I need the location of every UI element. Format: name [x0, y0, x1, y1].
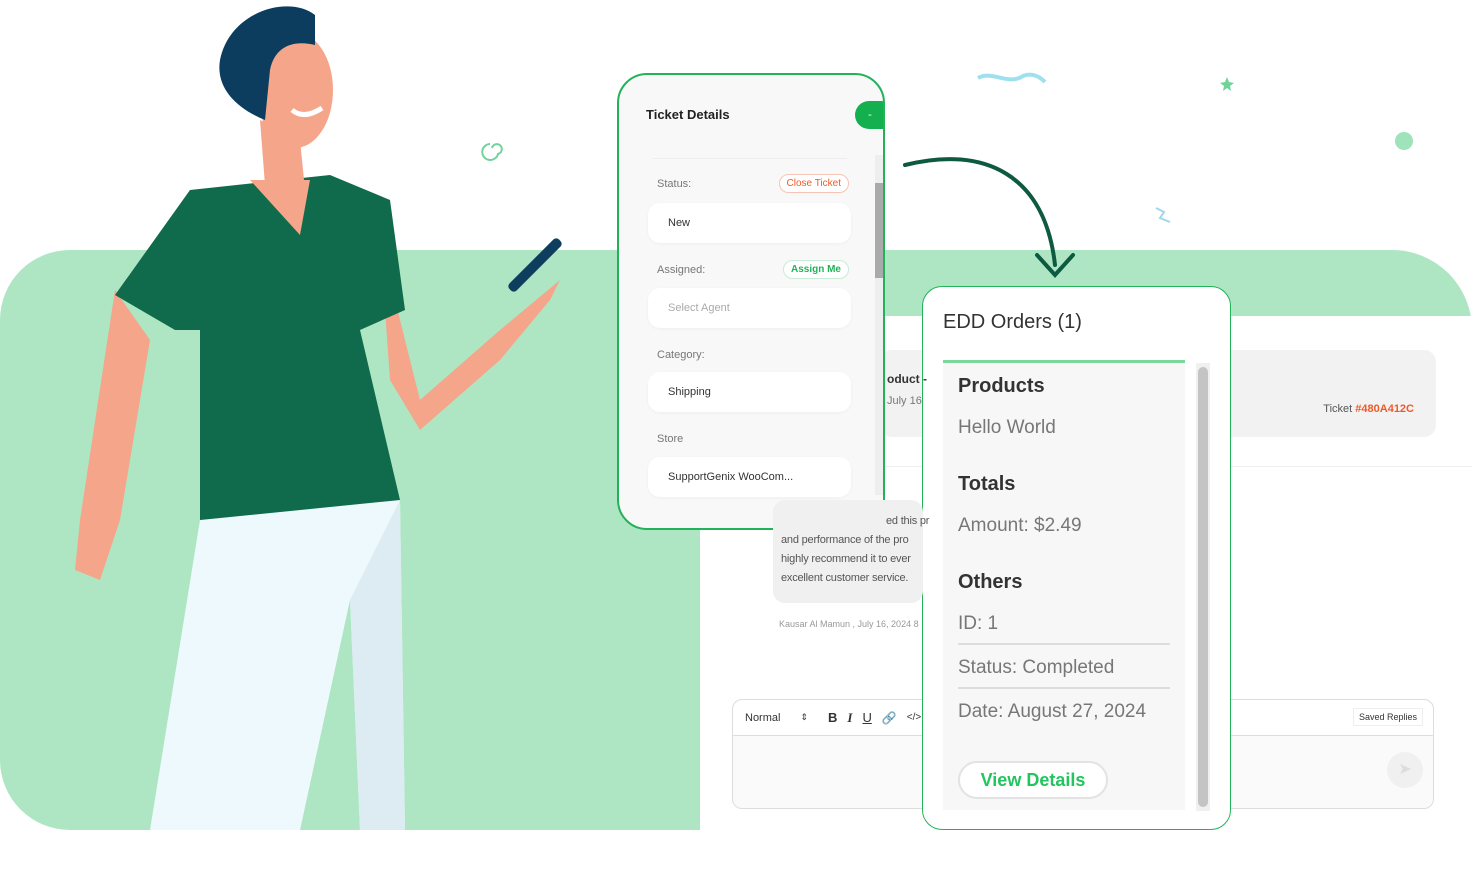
ticket-number: Ticket #480A412C: [1323, 403, 1414, 415]
divider: [958, 687, 1170, 689]
select-arrows-icon: ⇕: [800, 712, 808, 722]
totals-heading: Totals: [958, 473, 1016, 495]
code-button[interactable]: </>: [907, 712, 921, 723]
edd-orders-card: EDD Orders (1) Products Hello World Tota…: [922, 286, 1231, 830]
person-illustration: [75, 6, 562, 830]
ticket-details-title: Ticket Details: [646, 107, 730, 122]
agent-select[interactable]: Select Agent: [648, 288, 851, 328]
arrow-icon: [903, 157, 1075, 278]
order-status: Status: Completed: [958, 657, 1115, 678]
store-label: Store: [657, 433, 684, 445]
status-select[interactable]: New: [648, 203, 851, 243]
star-icon: [1220, 77, 1234, 91]
divider: [652, 158, 847, 159]
scrollbar[interactable]: [1196, 363, 1210, 811]
product-title: oduct -: [887, 372, 927, 386]
store-select[interactable]: SupportGenix WooCom...: [648, 457, 851, 497]
assigned-label: Assigned:: [657, 264, 706, 276]
review-message: ed this pr and performance of the pro hi…: [773, 500, 929, 603]
close-ticket-button[interactable]: Close Ticket: [778, 174, 849, 193]
underline-button[interactable]: U: [862, 710, 871, 725]
status-label: Status:: [657, 178, 692, 190]
category-label: Category:: [657, 349, 705, 361]
order-id: ID: 1: [958, 613, 999, 634]
zigzag-decoration: [1155, 207, 1171, 223]
wave-decoration: [977, 72, 1047, 84]
category-select[interactable]: Shipping: [648, 372, 851, 412]
assign-me-button[interactable]: Assign Me: [782, 260, 849, 279]
collapse-toggle[interactable]: -: [855, 101, 883, 129]
edd-orders-title: EDD Orders (1): [943, 311, 1082, 333]
bold-button[interactable]: B: [828, 710, 837, 725]
product-name: Hello World: [958, 417, 1056, 438]
ticket-date: July 16: [887, 395, 922, 407]
format-select[interactable]: Normal: [745, 712, 780, 724]
view-details-button[interactable]: View Details: [958, 761, 1108, 799]
others-heading: Others: [958, 571, 1023, 593]
scrollbar-thumb[interactable]: [1198, 367, 1208, 807]
ticket-details-card: Ticket Details - Status: Close Ticket Ne…: [617, 73, 885, 530]
order-date: Date: August 27, 2024: [958, 701, 1147, 722]
order-amount: Amount: $2.49: [958, 515, 1082, 536]
link-icon[interactable]: 🔗: [882, 711, 897, 725]
divider: [958, 643, 1170, 645]
products-heading: Products: [958, 375, 1045, 397]
order-details: Products Hello World Totals Amount: $2.4…: [943, 360, 1185, 810]
face-icon: [1395, 132, 1413, 150]
scrollbar-thumb[interactable]: [875, 183, 883, 278]
send-icon[interactable]: ➤: [1387, 752, 1423, 788]
message-author: Kausar Al Mamun , July 16, 2024 8: [779, 619, 919, 629]
italic-button[interactable]: I: [847, 710, 852, 726]
saved-replies-button[interactable]: Saved Replies: [1352, 708, 1423, 726]
